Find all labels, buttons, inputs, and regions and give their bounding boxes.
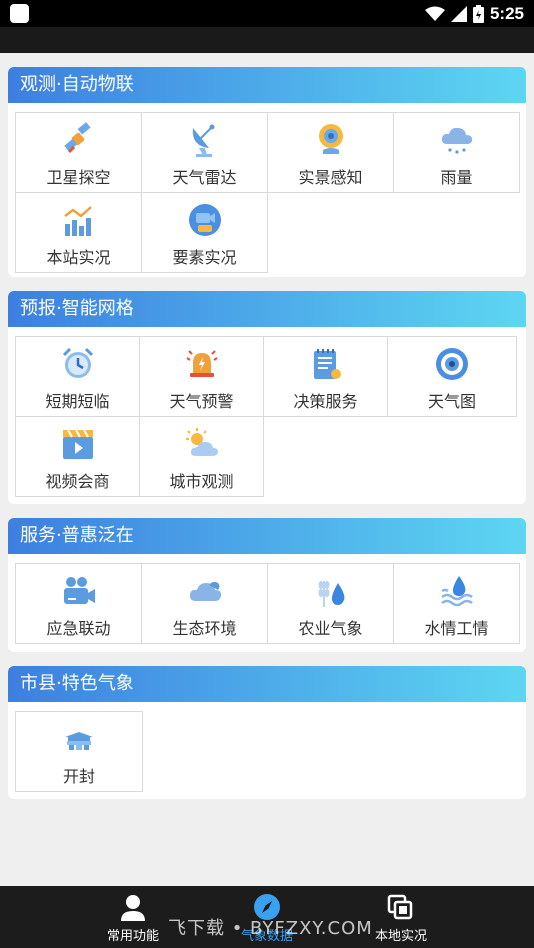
layers-icon	[387, 894, 413, 920]
section-service: 服务·普惠泛在 应急联动 生态环境 农业气象 水情工情	[8, 518, 526, 652]
grid-item-video-conference[interactable]: 视频会商	[15, 416, 140, 497]
grid-item-label: 本站实况	[46, 248, 111, 267]
grid-item-label: 短期短临	[45, 392, 110, 411]
service-grid: 应急联动 生态环境 农业气象 水情工情	[15, 563, 520, 644]
grid-item-label: 天气预警	[169, 392, 234, 411]
video-2d-icon	[188, 204, 221, 236]
grid-item-label: 天气图	[427, 392, 476, 411]
webcam-icon	[318, 124, 343, 154]
grid-item-station-live[interactable]: 本站实况	[15, 192, 142, 273]
grid-item-element-live[interactable]: 要素实况	[141, 192, 268, 273]
alarm-clock-icon	[62, 347, 93, 378]
grid-item-emergency[interactable]: 应急联动	[15, 563, 142, 644]
grid-item-radar[interactable]: 天气雷达	[141, 112, 268, 193]
grid-item-decision-service[interactable]: 决策服务	[263, 336, 388, 417]
warning-bell-icon	[185, 350, 218, 377]
status-time: 5:25	[489, 3, 524, 23]
section-title: 服务·普惠泛在	[8, 518, 526, 554]
sun-cloud-icon	[185, 428, 218, 456]
wifi-icon	[424, 6, 445, 21]
radar-dish-icon	[192, 124, 214, 157]
grid-item-label: 生态环境	[172, 619, 237, 638]
county-grid: 开封	[15, 711, 143, 792]
section-observation: 观测·自动物联 卫星探空 天气雷达 实景感知 雨量 本站实况 要素实况	[8, 67, 526, 277]
section-title: 观测·自动物联	[8, 67, 526, 103]
gate-building-icon	[65, 732, 93, 750]
grid-item-label: 卫星探空	[46, 168, 111, 187]
signal-icon	[450, 5, 467, 22]
grid-item-live-view[interactable]: 实景感知	[267, 112, 394, 193]
water-drop-waves-icon	[440, 576, 473, 607]
section-title: 市县·特色气象	[8, 666, 526, 702]
grid-item-hydrology[interactable]: 水情工情	[393, 563, 520, 644]
grid-item-weather-warning[interactable]: 天气预警	[139, 336, 264, 417]
bar-chart-icon	[63, 206, 92, 236]
forecast-grid: 短期短临 天气预警 决策服务 天气图 视频会商 城市观测	[15, 336, 517, 497]
eye-target-icon	[436, 348, 468, 380]
grid-item-label: 雨量	[440, 168, 473, 187]
grid-item-satellite[interactable]: 卫星探空	[15, 112, 142, 193]
section-county: 市县·特色气象 开封	[8, 666, 526, 799]
grid-item-label: 天气雷达	[172, 168, 237, 187]
watermark: 飞下载 • BYFZXY.COM	[168, 918, 373, 939]
wheat-drop-icon	[318, 581, 344, 607]
app-bar	[0, 27, 534, 53]
grid-item-nowcast[interactable]: 短期短临	[15, 336, 140, 417]
grid-item-ecology[interactable]: 生态环境	[141, 563, 268, 644]
cloud-icon	[189, 581, 221, 601]
grid-item-label: 视频会商	[45, 472, 110, 491]
grid-item-label: 开封	[62, 767, 95, 786]
nav-label: 常用功能	[106, 929, 159, 944]
status-bar: 5:25	[0, 0, 534, 27]
grid-item-city-observation[interactable]: 城市观测	[139, 416, 264, 497]
grid-item-label: 应急联动	[46, 619, 111, 638]
grid-item-label: 水情工情	[424, 619, 489, 638]
observation-grid: 卫星探空 天气雷达 实景感知 雨量 本站实况 要素实况	[15, 112, 520, 273]
grid-item-label: 实景感知	[298, 168, 363, 187]
video-camera-icon	[63, 577, 95, 604]
notepad-icon	[313, 349, 341, 379]
section-title: 预报·智能网格	[8, 291, 526, 327]
grid-item-label: 决策服务	[293, 392, 358, 411]
rain-cloud-icon	[441, 127, 472, 154]
battery-icon	[472, 4, 484, 23]
grid-item-label: 要素实况	[172, 248, 237, 267]
grid-item-label: 城市观测	[169, 472, 234, 491]
person-icon	[121, 895, 145, 921]
grid-item-agriculture[interactable]: 农业气象	[267, 563, 394, 644]
grid-item-rainfall[interactable]: 雨量	[393, 112, 520, 193]
status-indicators: 5:25	[424, 0, 524, 27]
satellite-icon	[63, 122, 91, 154]
grid-item-weather-map[interactable]: 天气图	[387, 336, 517, 417]
grid-item-kaifeng[interactable]: 开封	[15, 711, 143, 792]
grid-item-label: 农业气象	[298, 619, 363, 638]
section-forecast: 预报·智能网格 短期短临 天气预警 决策服务 天气图 视频会商 城市观测	[8, 291, 526, 504]
app-notification-icon	[10, 4, 29, 23]
video-clapper-icon	[62, 429, 93, 459]
nav-label: 本地实况	[374, 929, 427, 944]
